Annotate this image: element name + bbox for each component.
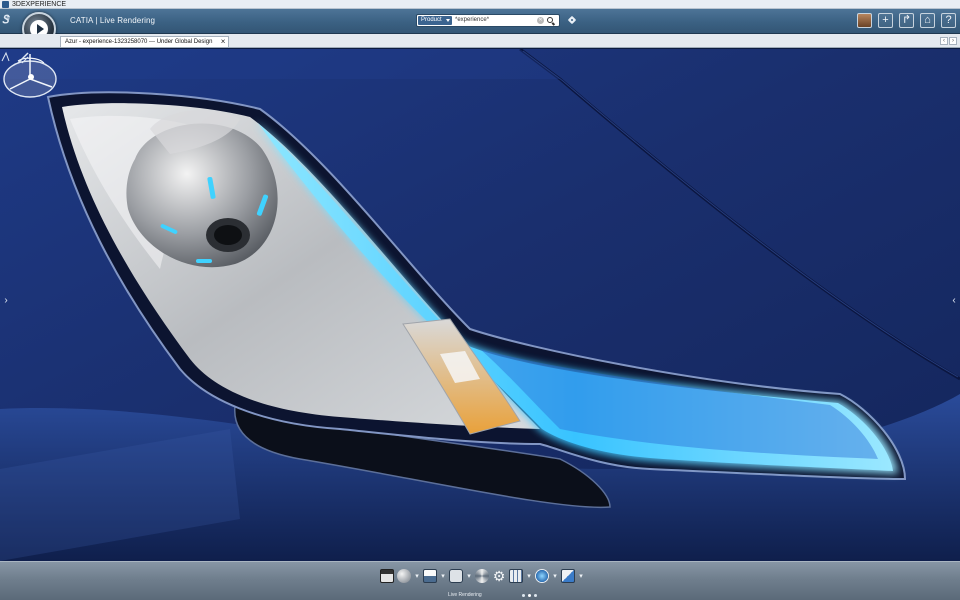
tab-nav: ‹ › xyxy=(940,37,957,45)
close-icon[interactable]: × xyxy=(221,37,226,47)
dropdown-caret-icon[interactable]: ▾ xyxy=(552,569,558,583)
action-toolbar: ▾ ▾ ▾ ⚙ ▾ ▾ ▾ xyxy=(380,568,584,584)
tab-next-icon[interactable]: › xyxy=(949,37,957,45)
sphere-icon[interactable] xyxy=(397,569,411,583)
dropdown-caret-icon[interactable]: ▾ xyxy=(440,569,446,583)
magic-icon[interactable] xyxy=(535,569,549,583)
search-bar[interactable]: Product ✕ xyxy=(416,14,560,27)
section-pager[interactable] xyxy=(522,594,537,597)
camera-icon[interactable] xyxy=(449,569,463,583)
add-icon[interactable]: + xyxy=(878,13,893,28)
app-title: CATIA | Live Rendering xyxy=(70,16,156,25)
panel-expand-left-icon[interactable]: › xyxy=(1,294,11,308)
gear-icon[interactable]: ⚙ xyxy=(492,569,506,583)
window-titlebar: 3DEXPERIENCE xyxy=(0,0,960,9)
ds-logo-icon: Ꮥ xyxy=(2,14,9,26)
help-icon[interactable]: ? xyxy=(941,13,956,28)
pager-dot-active[interactable] xyxy=(528,594,531,597)
top-right-icons: + ↱ ⌂ ? xyxy=(857,13,956,29)
home-icon[interactable]: ⌂ xyxy=(920,13,935,28)
pager-dot[interactable] xyxy=(522,594,525,597)
search-scope-dropdown[interactable]: Product xyxy=(418,16,452,25)
panel-expand-right-icon[interactable]: ‹ xyxy=(949,294,959,308)
tab-label: Azur - experience-1323258070 --- Under G… xyxy=(65,39,213,45)
3d-viewport[interactable]: › ‹ xyxy=(0,49,960,561)
search-icon[interactable] xyxy=(547,17,553,23)
share-icon[interactable]: ↱ xyxy=(899,13,914,28)
window-title: 3DEXPERIENCE xyxy=(12,1,67,8)
top-toolbar: Ꮥ CATIA | Live Rendering Product ✕ + ↱ ⌂… xyxy=(0,9,960,46)
search-scope-label: Product xyxy=(421,17,442,23)
dropdown-caret-icon[interactable]: ▾ xyxy=(526,569,532,583)
section-label: Live Rendering xyxy=(448,592,482,598)
tab-document[interactable]: Azur - experience-1323258070 --- Under G… xyxy=(60,36,230,47)
chevron-down-icon xyxy=(445,19,450,22)
environment-icon[interactable] xyxy=(475,569,489,583)
dropdown-caret-icon[interactable]: ▾ xyxy=(466,569,472,583)
clapboard-icon[interactable] xyxy=(380,569,394,583)
render-settings-icon[interactable] xyxy=(423,569,437,583)
tag-icon[interactable] xyxy=(568,15,578,25)
dropdown-caret-icon[interactable]: ▾ xyxy=(414,569,420,583)
search-input[interactable] xyxy=(455,16,535,25)
dropdown-caret-icon[interactable]: ▾ xyxy=(578,569,584,583)
render-canvas xyxy=(0,49,960,561)
avatar-icon[interactable] xyxy=(857,13,872,28)
clear-icon[interactable]: ✕ xyxy=(537,17,544,24)
pager-dot[interactable] xyxy=(534,594,537,597)
tab-strip: Azur - experience-1323258070 --- Under G… xyxy=(0,34,960,48)
tab-prev-icon[interactable]: ‹ xyxy=(940,37,948,45)
view-orientation-icon[interactable] xyxy=(0,49,30,65)
app-window: 3DEXPERIENCE Ꮥ CATIA | Live Rendering Pr… xyxy=(0,0,960,600)
app-icon xyxy=(2,1,9,8)
publish-icon[interactable] xyxy=(561,569,575,583)
action-bar: ▾ ▾ ▾ ⚙ ▾ ▾ ▾ Live Rendering xyxy=(0,561,960,600)
grid-icon[interactable] xyxy=(509,569,523,583)
